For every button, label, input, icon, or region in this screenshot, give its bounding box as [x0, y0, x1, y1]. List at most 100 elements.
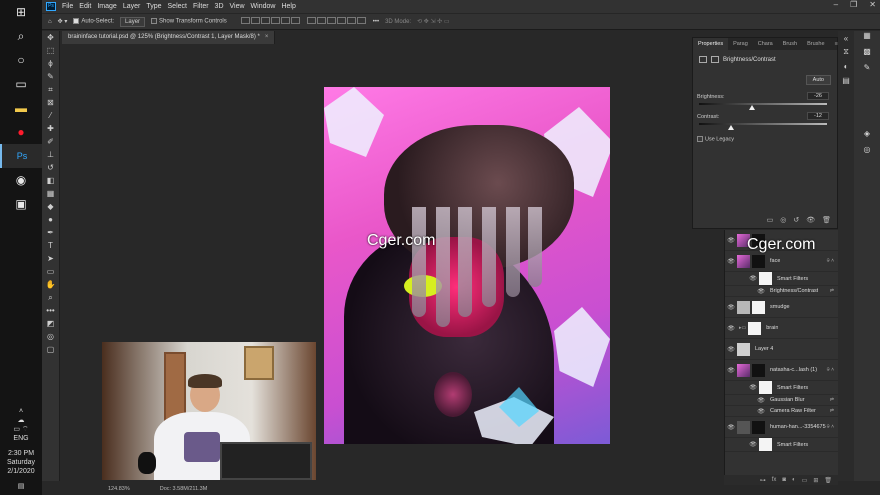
- use-legacy-checkbox[interactable]: Use Legacy: [697, 136, 734, 142]
- close-icon[interactable]: ✕: [869, 0, 876, 9]
- filter-options-icon[interactable]: ⇌: [830, 288, 834, 294]
- layer-row-layer4[interactable]: 👁 Layer 4: [725, 339, 838, 360]
- color-panel-icon[interactable]: ▦: [854, 31, 880, 47]
- brightness-slider-thumb[interactable]: [748, 105, 755, 110]
- smart-filters-row[interactable]: 👁 Smart Filters: [725, 381, 838, 395]
- distribute-icons[interactable]: [306, 17, 367, 26]
- file-explorer-icon[interactable]: ▬: [0, 96, 42, 120]
- menu-edit[interactable]: Edit: [79, 3, 91, 10]
- eye-icon[interactable]: 👁: [747, 441, 759, 448]
- path-select-tool-icon[interactable]: ➤: [42, 252, 59, 265]
- canvas-area[interactable]: [62, 44, 692, 482]
- layer-row-face[interactable]: 👁 face ⌾ ˄: [725, 251, 838, 272]
- contrast-value[interactable]: -12: [807, 112, 829, 120]
- search-icon[interactable]: ⌕: [0, 24, 42, 48]
- view-previous-icon[interactable]: ◎: [780, 216, 786, 224]
- marquee-tool-icon[interactable]: ⬚: [42, 44, 59, 57]
- libraries-panel-icon[interactable]: ▤: [838, 73, 854, 87]
- filter-row-gaussian[interactable]: 👁 Gaussian Blur ⇌: [725, 395, 838, 406]
- notification-icon[interactable]: ▤: [0, 482, 42, 491]
- close-tab-icon[interactable]: ×: [265, 34, 269, 40]
- eye-icon[interactable]: 👁: [755, 397, 767, 404]
- home-icon[interactable]: ⌂: [48, 19, 52, 25]
- menu-filter[interactable]: Filter: [193, 3, 209, 10]
- move-tool-icon[interactable]: ✥ ▾: [58, 18, 68, 25]
- more-options-icon[interactable]: •••: [373, 19, 379, 25]
- onedrive-icon[interactable]: ☁: [0, 416, 42, 425]
- menu-type[interactable]: Type: [146, 3, 161, 10]
- add-mask-icon[interactable]: ◙: [782, 477, 786, 483]
- lasso-tool-icon[interactable]: ϕ: [42, 57, 59, 70]
- gradient-tool-icon[interactable]: ▦: [42, 187, 59, 200]
- blur-tool-icon[interactable]: ◆: [42, 200, 59, 213]
- menu-file[interactable]: File: [62, 3, 73, 10]
- color-swatches-icon[interactable]: ◩: [42, 317, 59, 330]
- eye-icon[interactable]: 👁: [725, 237, 737, 244]
- pen-tool-icon[interactable]: ✒: [42, 226, 59, 239]
- history-panel-icon[interactable]: ⧖: [838, 45, 854, 59]
- filter-options-icon[interactable]: ⇌: [830, 408, 834, 414]
- fx-icon[interactable]: fx: [772, 477, 777, 483]
- tab-brush[interactable]: Brush: [778, 38, 802, 50]
- menu-3d[interactable]: 3D: [215, 3, 224, 10]
- menu-view[interactable]: View: [230, 3, 245, 10]
- zoom-level[interactable]: 124.83%: [108, 486, 130, 492]
- auto-button[interactable]: Auto: [805, 75, 831, 85]
- tab-properties[interactable]: Properties: [693, 38, 729, 50]
- brightness-value[interactable]: -26: [807, 92, 829, 100]
- photoshop-taskbar-icon[interactable]: Ps: [0, 144, 42, 168]
- quick-mask-icon[interactable]: ◎: [42, 330, 59, 343]
- more-tools-icon[interactable]: •••: [42, 304, 59, 317]
- eye-icon[interactable]: 👁: [755, 288, 767, 295]
- screen-mode-icon[interactable]: ▢: [42, 343, 59, 356]
- auto-select-dropdown[interactable]: Layer: [120, 16, 146, 27]
- eraser-tool-icon[interactable]: ◧: [42, 174, 59, 187]
- delete-icon[interactable]: 🗑: [822, 216, 831, 224]
- document-tab[interactable]: braininface tutorial.psd @ 125% (Brightn…: [62, 31, 276, 44]
- quick-select-tool-icon[interactable]: ✎: [42, 70, 59, 83]
- frame-tool-icon[interactable]: ⊠: [42, 96, 59, 109]
- paths-panel-icon[interactable]: ✎: [854, 63, 880, 79]
- windows-start-icon[interactable]: ⊞: [0, 0, 42, 24]
- maximize-icon[interactable]: ❐: [850, 0, 857, 9]
- eyedropper-tool-icon[interactable]: ⁄: [42, 109, 59, 122]
- contrast-slider-thumb[interactable]: [728, 125, 735, 130]
- obs-icon[interactable]: ◉: [0, 168, 42, 192]
- move-tool-icon[interactable]: ✥: [42, 31, 59, 44]
- healing-tool-icon[interactable]: ✚: [42, 122, 59, 135]
- eye-icon[interactable]: 👁: [725, 367, 737, 374]
- menu-select[interactable]: Select: [168, 3, 187, 10]
- tab-brush-settings[interactable]: Brushe: [802, 38, 829, 50]
- artwork-canvas[interactable]: [324, 87, 610, 444]
- show-transform-checkbox[interactable]: Show Transform Controls: [151, 18, 227, 25]
- new-group-icon[interactable]: ▭: [802, 477, 808, 484]
- tab-paragraph[interactable]: Parag: [728, 38, 753, 50]
- adjustment-layer-icon[interactable]: ◐: [792, 477, 796, 483]
- adjustments-panel-icon[interactable]: ◐: [838, 59, 854, 73]
- smart-filters-row[interactable]: 👁 Smart Filters: [725, 272, 838, 286]
- shape-tool-icon[interactable]: ▭: [42, 265, 59, 278]
- swatches-panel-icon[interactable]: ▩: [854, 47, 880, 63]
- eye-icon[interactable]: 👁: [747, 275, 759, 282]
- layer-row-smudge[interactable]: 👁 smudge: [725, 297, 838, 318]
- type-tool-icon[interactable]: T: [42, 239, 59, 252]
- clip-to-layer-icon[interactable]: ▭: [767, 216, 774, 224]
- new-layer-icon[interactable]: ⊞: [813, 477, 818, 484]
- filter-row-brightness[interactable]: 👁 Brightness/Contrast ⇌: [725, 286, 838, 297]
- contrast-slider-track[interactable]: [699, 123, 827, 125]
- dodge-tool-icon[interactable]: ●: [42, 213, 59, 226]
- channels-panel-icon[interactable]: ◎: [854, 145, 880, 161]
- adjustment-icon[interactable]: [699, 56, 707, 63]
- zoom-tool-icon[interactable]: ⌕: [42, 291, 59, 304]
- filter-options-icon[interactable]: ⇌: [830, 397, 834, 403]
- language-indicator[interactable]: ENG: [0, 434, 42, 443]
- brightness-slider-track[interactable]: [699, 103, 827, 105]
- task-view-icon[interactable]: ▭: [0, 72, 42, 96]
- eye-icon[interactable]: 👁: [725, 325, 737, 332]
- smart-filters-row[interactable]: 👁 Smart Filters: [725, 438, 838, 452]
- chevron-up-icon[interactable]: ˄: [0, 407, 42, 416]
- eye-icon[interactable]: 👁: [747, 384, 759, 391]
- layer-row-brain[interactable]: 👁 ▸▭ brain: [725, 318, 838, 339]
- layer-row-natasha[interactable]: 👁 natasha-c...lash (1) ⌾ ˄: [725, 360, 838, 381]
- eye-icon[interactable]: 👁: [725, 346, 737, 353]
